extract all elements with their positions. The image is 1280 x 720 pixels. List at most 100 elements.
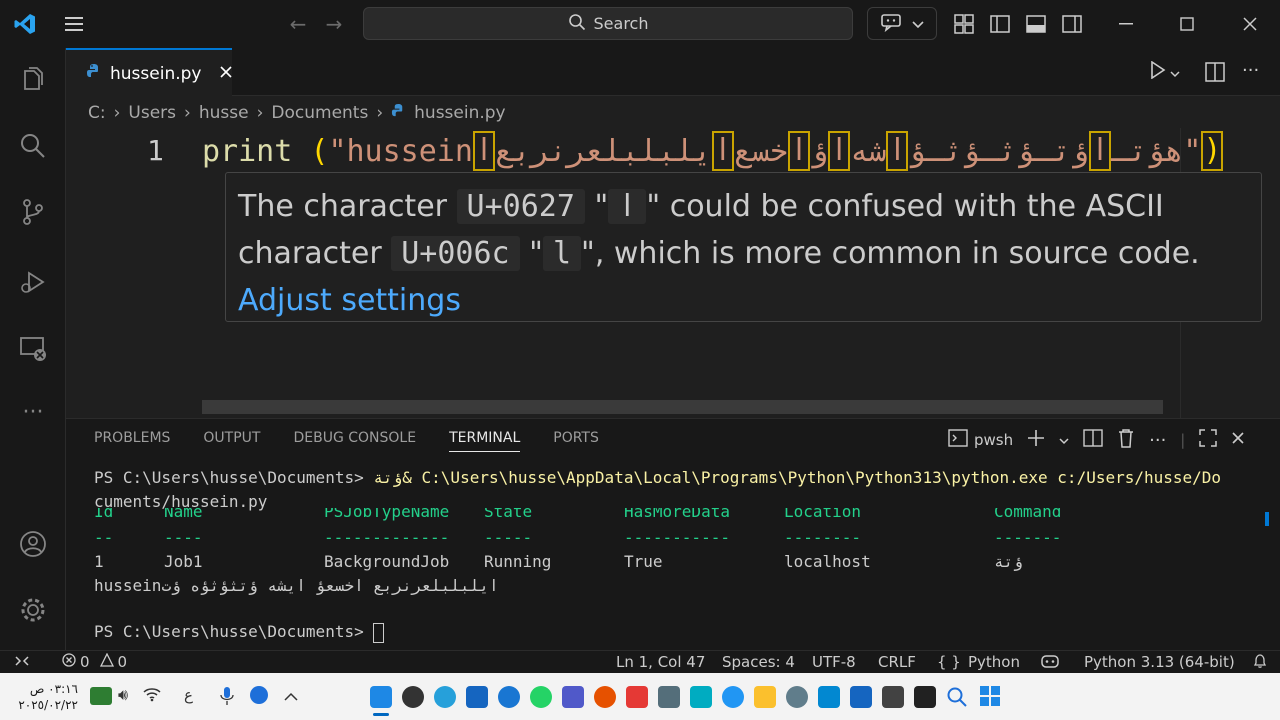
job-header: HasMoreData	[624, 508, 730, 521]
mail-app-icon[interactable]	[850, 686, 872, 708]
tab-close-icon[interactable]	[219, 64, 233, 84]
terminal-shell-selector[interactable]: pwsh	[948, 429, 1013, 451]
minimize-icon[interactable]	[1114, 12, 1138, 36]
toggle-sidebar-icon[interactable]	[988, 12, 1012, 36]
maximize-panel-icon[interactable]	[1199, 429, 1218, 451]
wifi-icon[interactable]	[143, 686, 161, 706]
store-app-icon[interactable]	[466, 686, 488, 708]
split-editor-icon[interactable]	[1205, 62, 1225, 86]
breadcrumb-husse[interactable]: husse	[199, 103, 249, 123]
cursor-position[interactable]: Ln 1, Col 47	[616, 653, 705, 671]
ambiguous-char-highlight[interactable]: ا	[472, 131, 495, 171]
ambiguous-char-highlight[interactable]: ا	[711, 131, 734, 171]
job-header: PSJobTypeName	[324, 508, 450, 521]
app-icon-12[interactable]	[722, 686, 744, 708]
job-header: Name	[164, 508, 203, 521]
run-debug-icon[interactable]	[0, 254, 66, 310]
tab-terminal[interactable]: TERMINAL	[449, 430, 521, 452]
code-string-segment: شه	[850, 133, 887, 169]
end-of-line[interactable]: CRLF	[878, 653, 916, 671]
breadcrumb-drive[interactable]: C:	[88, 103, 106, 123]
notifications-bell-icon[interactable]	[1252, 653, 1268, 673]
tab-ports[interactable]: PORTS	[553, 430, 599, 452]
command-center-search[interactable]: Search	[363, 7, 853, 40]
edge-browser-icon[interactable]	[498, 686, 520, 708]
split-terminal-icon[interactable]	[1083, 429, 1103, 451]
more-actions-icon[interactable]: ···	[1242, 60, 1259, 81]
remote-explorer-icon[interactable]	[0, 320, 66, 376]
indentation[interactable]: Spaces: 4	[722, 653, 795, 671]
input-language[interactable]: ع	[184, 686, 193, 704]
adjust-settings-link[interactable]: Adjust settings	[238, 283, 461, 318]
files-icon[interactable]	[754, 686, 776, 708]
teams-icon[interactable]	[562, 686, 584, 708]
copilot-status-icon[interactable]	[1040, 653, 1060, 673]
language-mode[interactable]: Python	[968, 653, 1020, 671]
clock[interactable]: ٠٣:١٦ ص ٢٠٢٥/٠٢/٢٢	[16, 681, 78, 713]
run-python-file-button[interactable]	[1150, 60, 1180, 84]
app-icon-8[interactable]	[594, 686, 616, 708]
close-icon[interactable]	[1238, 12, 1262, 36]
search-app-icon[interactable]	[946, 686, 968, 712]
start-icon[interactable]	[980, 686, 1000, 710]
tab-hussein-py[interactable]: hussein.py	[66, 48, 233, 97]
menu-icon[interactable]	[62, 12, 86, 36]
maximize-icon[interactable]	[1175, 12, 1199, 36]
toggle-secondary-sidebar-icon[interactable]	[1060, 12, 1084, 36]
app-icon-10[interactable]	[658, 686, 680, 708]
encoding[interactable]: UTF-8	[812, 653, 856, 671]
battery-icon[interactable]	[90, 687, 112, 705]
camera-app-icon[interactable]	[882, 686, 904, 708]
account-icon[interactable]	[0, 516, 66, 572]
editor-tab-strip	[66, 48, 1280, 96]
settings-gear-icon[interactable]	[0, 582, 66, 638]
source-control-icon[interactable]	[0, 184, 66, 240]
settings-app-icon[interactable]	[786, 686, 808, 708]
terminal-app-icon[interactable]	[914, 686, 936, 708]
terminal-icon	[948, 429, 968, 451]
chevron-down-icon[interactable]	[1059, 431, 1069, 449]
terminal-output[interactable]: PS C:\Users\husse\Documents> ؤتة& C:\Use…	[94, 464, 1269, 649]
show-hidden-icons-chevron[interactable]	[284, 686, 298, 705]
problems-indicator[interactable]: 0 0	[62, 652, 127, 671]
whatsapp-icon[interactable]	[530, 686, 552, 708]
location-icon[interactable]	[250, 686, 268, 704]
ambiguous-char-highlight[interactable]: ا	[886, 131, 909, 171]
copilot-button[interactable]	[867, 7, 937, 40]
more-icon[interactable]: ···	[0, 384, 66, 440]
microphone-icon[interactable]	[220, 686, 234, 710]
tab-problems[interactable]: PROBLEMS	[94, 430, 170, 452]
close-panel-icon[interactable]	[1231, 431, 1245, 449]
volume-icon[interactable]: 🔊︎	[118, 685, 128, 705]
vpn-icon[interactable]	[690, 686, 712, 708]
code-line[interactable]: print (" hussein ا يلبلبلعرنربع ا خسع ا ؤ ا شه ا ؤت…	[202, 131, 1224, 171]
forward-arrow-icon[interactable]: →	[322, 12, 346, 36]
toggle-panel-icon[interactable]	[1024, 12, 1048, 36]
breadcrumb-documents[interactable]: Documents	[271, 103, 368, 123]
breadcrumb-users[interactable]: Users	[128, 103, 176, 123]
terminal-line-command: PS C:\Users\husse\Documents> ؤتة& C:\Use…	[94, 468, 1221, 487]
edge-app-icon[interactable]	[434, 686, 456, 708]
editor-horizontal-scrollbar[interactable]	[202, 400, 1163, 414]
ambiguous-char-highlight[interactable]: ا	[788, 131, 811, 171]
trash-icon[interactable]	[1117, 428, 1135, 452]
explorer-icon[interactable]	[0, 52, 66, 108]
layout-customize-icon[interactable]	[952, 12, 976, 36]
job-dashes: ----	[164, 528, 203, 547]
chrome-app-icon[interactable]	[402, 686, 424, 708]
ambiguous-char-highlight[interactable]: ا	[1089, 131, 1112, 171]
photos-app-icon[interactable]	[818, 686, 840, 708]
hover-text: , which is more common in source code.	[594, 236, 1200, 271]
remote-indicator-icon[interactable]	[14, 653, 30, 673]
search-icon[interactable]	[0, 118, 66, 174]
more-actions-icon[interactable]: ···	[1149, 430, 1166, 451]
ambiguous-char-highlight[interactable]: ا	[828, 131, 851, 171]
vscode-app-icon[interactable]	[370, 686, 392, 708]
python-interpreter[interactable]: Python 3.13 (64-bit)	[1084, 653, 1235, 671]
new-terminal-icon[interactable]	[1027, 429, 1045, 451]
tab-debug-console[interactable]: DEBUG CONSOLE	[293, 430, 416, 452]
breadcrumb-file[interactable]: hussein.py	[414, 103, 505, 123]
app-icon-9[interactable]	[626, 686, 648, 708]
back-arrow-icon[interactable]: ←	[286, 12, 310, 36]
tab-output[interactable]: OUTPUT	[203, 430, 260, 452]
